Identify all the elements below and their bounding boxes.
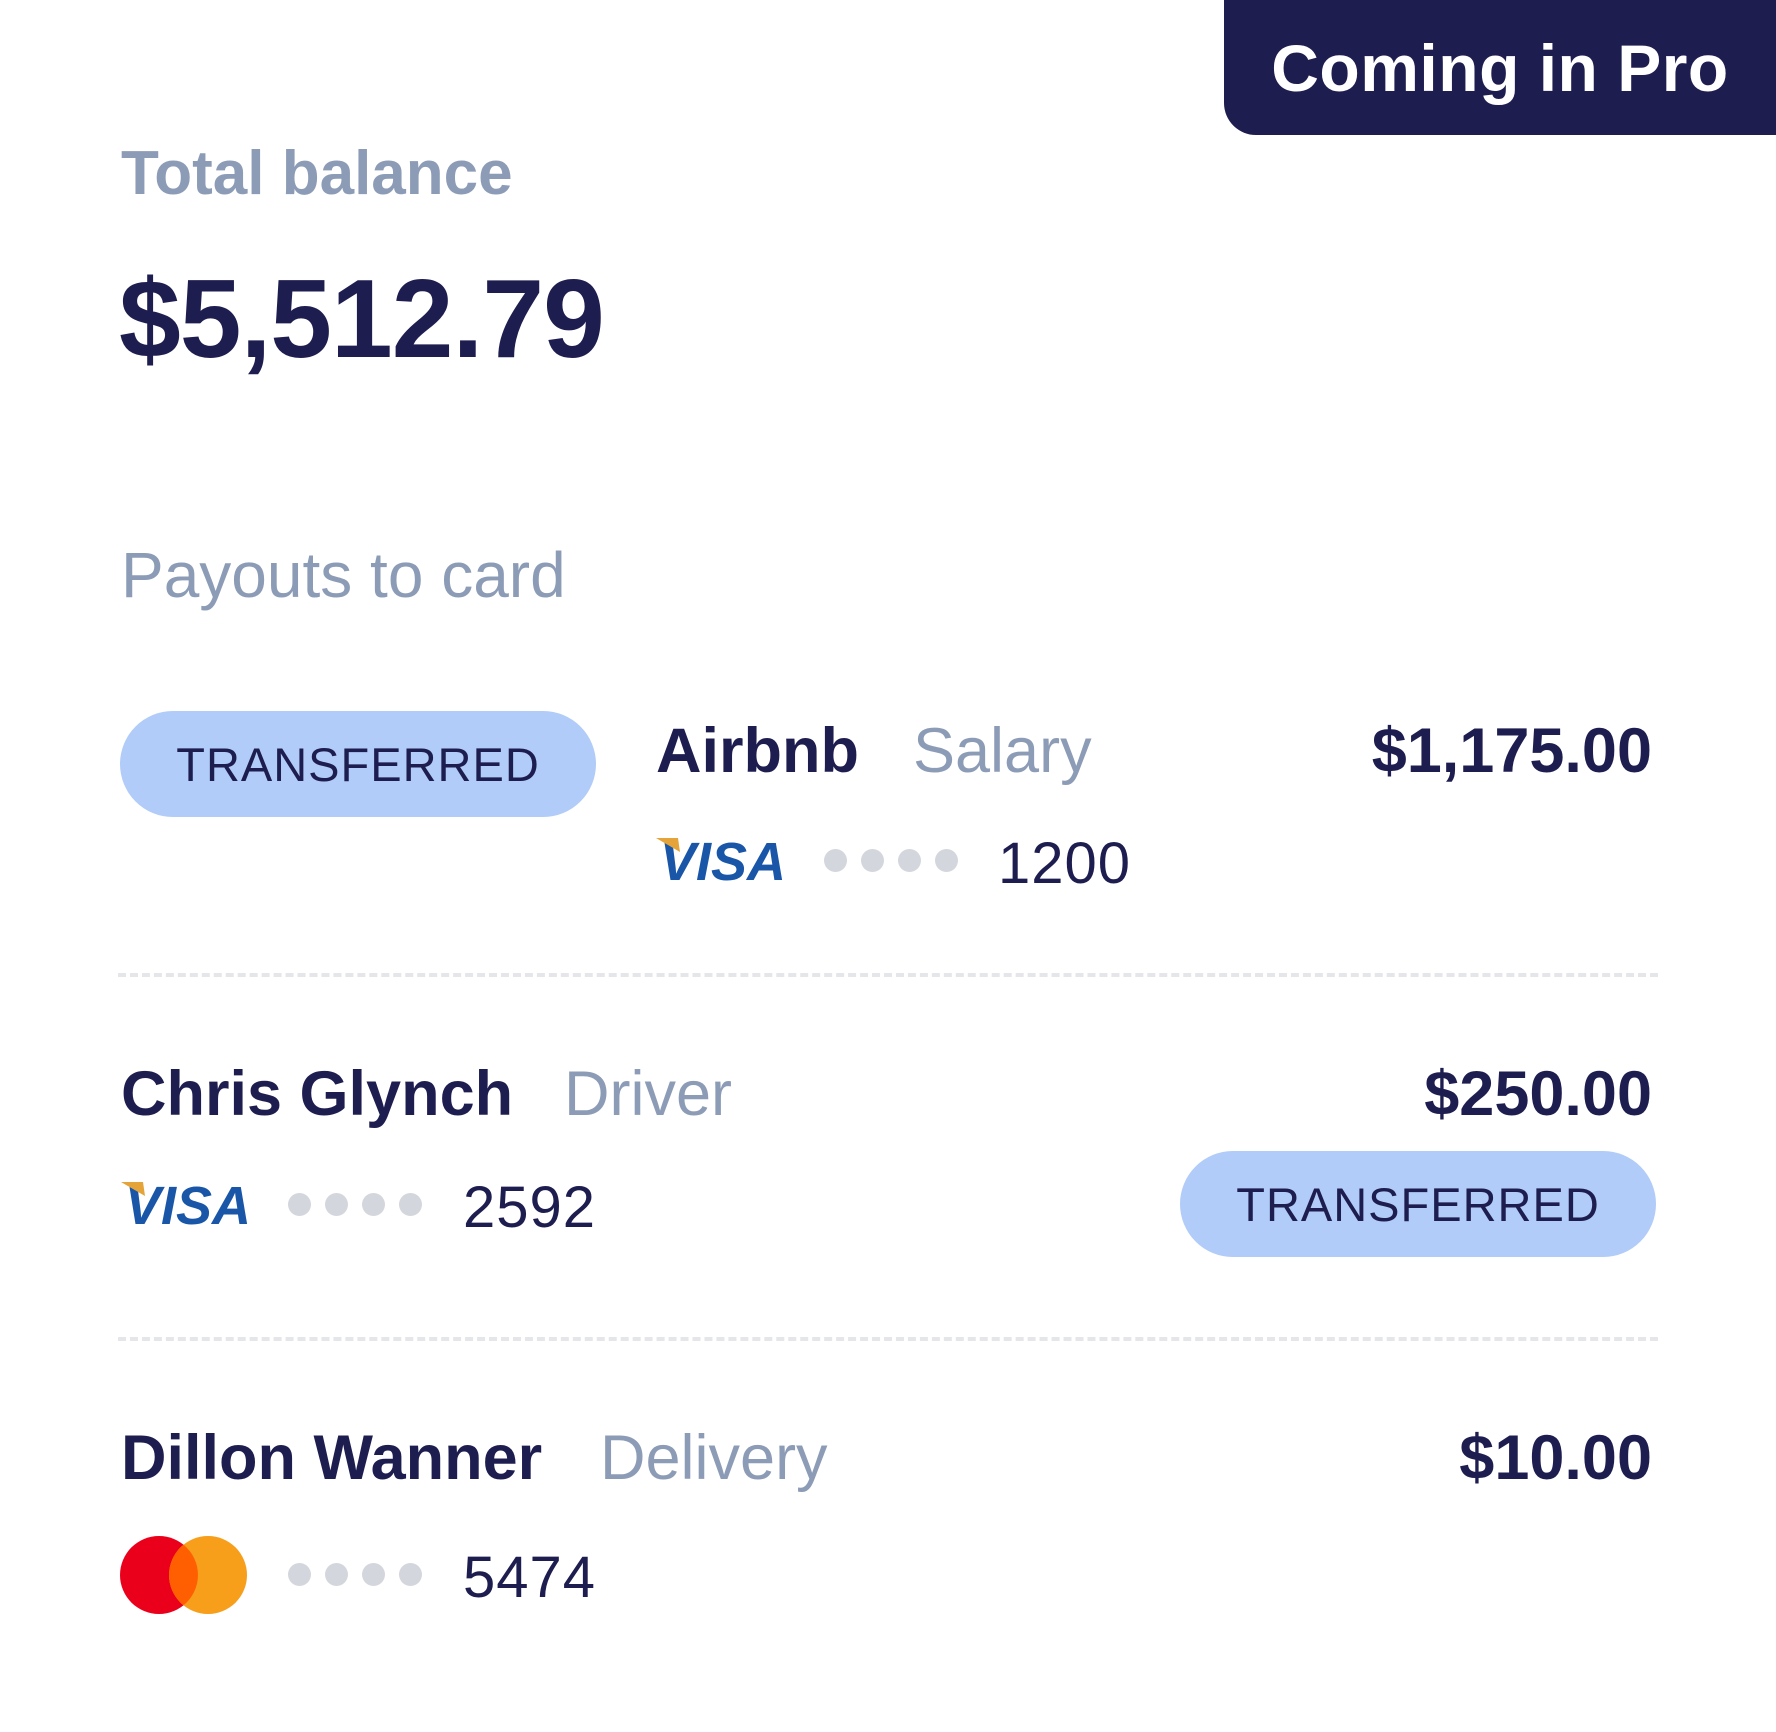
payout-amount: $1,175.00	[1371, 716, 1652, 786]
payout-amount: $250.00	[1424, 1059, 1652, 1129]
payee-name: Dillon Wanner	[121, 1423, 543, 1493]
svg-text:VISA: VISA	[660, 832, 786, 884]
row-divider	[118, 1337, 1658, 1341]
payouts-section-title: Payouts to card	[121, 539, 566, 611]
transferred-status-pill: TRANSFERRED	[1180, 1151, 1656, 1257]
payee-role: Driver	[564, 1059, 732, 1129]
payee-name: Chris Glynch	[121, 1059, 514, 1129]
row-divider	[118, 973, 1658, 977]
total-balance-amount: $5,512.79	[119, 257, 605, 381]
total-balance-label: Total balance	[121, 139, 513, 208]
masked-card-dots	[824, 849, 958, 872]
payout-amount: $10.00	[1459, 1423, 1652, 1493]
mastercard-logo-icon	[120, 1536, 247, 1614]
card-last-four: 2592	[463, 1175, 597, 1240]
card-last-four: 1200	[998, 831, 1132, 896]
card-last-four: 5474	[463, 1545, 597, 1610]
svg-text:VISA: VISA	[125, 1176, 251, 1228]
transferred-status-pill: TRANSFERRED	[120, 711, 596, 817]
payee-name: Airbnb	[656, 716, 859, 786]
coming-in-pro-badge: Coming in Pro	[1224, 0, 1776, 135]
payee-role: Salary	[913, 716, 1092, 786]
masked-card-dots	[288, 1563, 422, 1586]
payee-role: Delivery	[600, 1423, 828, 1493]
visa-logo-icon: VISA	[121, 1176, 251, 1228]
visa-logo-icon: VISA	[656, 832, 786, 884]
masked-card-dots	[288, 1193, 422, 1216]
